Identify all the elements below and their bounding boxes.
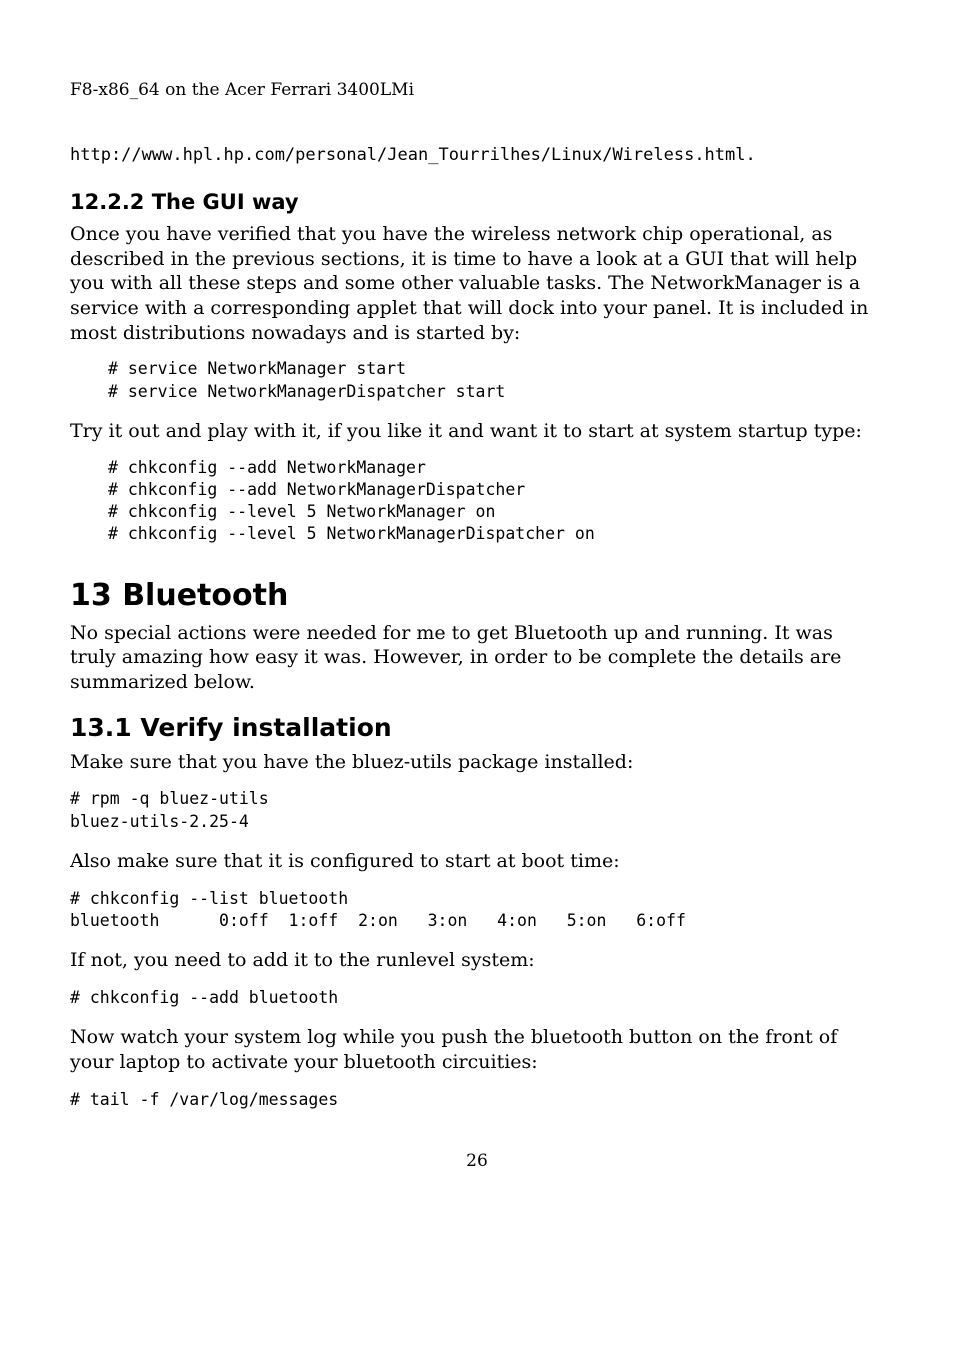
code-chkconfig-add: # chkconfig --add bluetooth <box>70 987 884 1009</box>
para-configured-boot: Also make sure that it is configured to … <box>70 849 884 874</box>
code-tail-log: # tail -f /var/log/messages <box>70 1089 884 1111</box>
para-bluetooth-intro: No special actions were needed for me to… <box>70 621 884 695</box>
heading-12-2-2: 12.2.2 The GUI way <box>70 190 884 214</box>
url-text: http://www.hpl.hp.com/personal/Jean_Tour… <box>70 145 884 165</box>
heading-13: 13 Bluetooth <box>70 578 884 613</box>
para-add-runlevel: If not, you need to add it to the runlev… <box>70 948 884 973</box>
para-gui-intro: Once you have verified that you have the… <box>70 222 884 345</box>
para-watch-log: Now watch your system log while you push… <box>70 1025 884 1074</box>
heading-13-1: 13.1 Verify installation <box>70 713 884 742</box>
para-try-play: Try it out and play with it, if you like… <box>70 419 884 444</box>
code-chkconfig-nm: # chkconfig --add NetworkManager # chkco… <box>108 457 884 546</box>
code-chkconfig-list: # chkconfig --list bluetooth bluetooth 0… <box>70 888 884 933</box>
para-bluez-installed: Make sure that you have the bluez-utils … <box>70 750 884 775</box>
page-number: 26 <box>70 1151 884 1171</box>
code-rpm-q: # rpm -q bluez-utils bluez-utils-2.25-4 <box>70 788 884 833</box>
page-header: F8-x86_64 on the Acer Ferrari 3400LMi <box>70 80 884 100</box>
code-service-start: # service NetworkManager start # service… <box>108 358 884 403</box>
